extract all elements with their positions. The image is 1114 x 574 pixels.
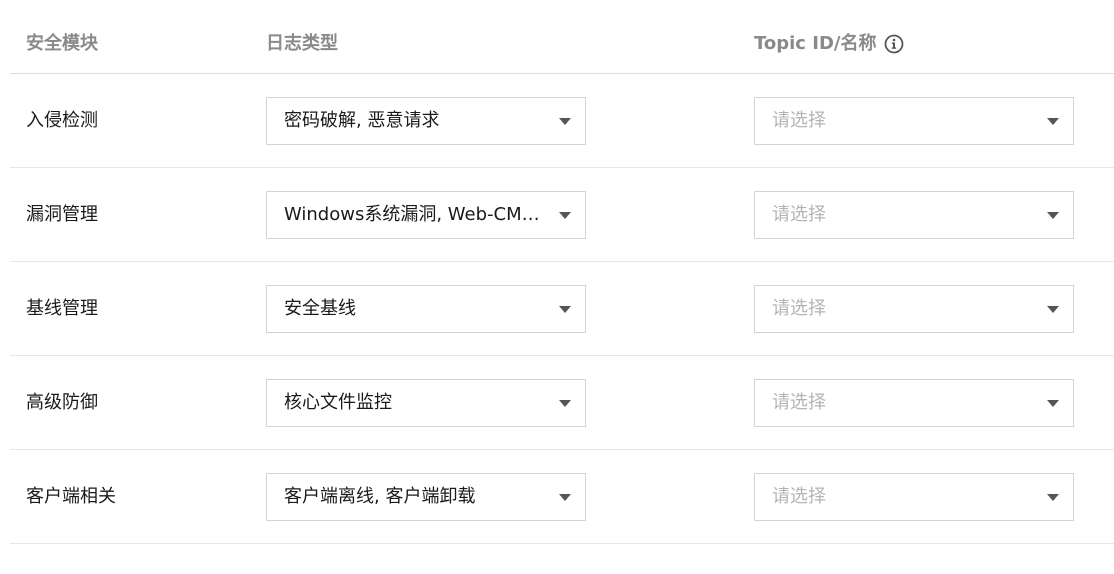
table-row: 客户端相关 客户端离线, 客户端卸载 请选择 (10, 450, 1114, 544)
logtype-select-value: 核心文件监控 (284, 392, 392, 413)
table-row: 入侵检测 密码破解, 恶意请求 请选择 (10, 74, 1114, 168)
module-name: 基线管理 (26, 298, 98, 319)
topic-select-placeholder: 请选择 (772, 486, 826, 507)
caret-down-icon (1047, 118, 1059, 125)
caret-down-icon (559, 306, 571, 313)
caret-down-icon (1047, 494, 1059, 501)
topic-select-placeholder: 请选择 (772, 110, 826, 131)
module-name: 漏洞管理 (26, 204, 98, 225)
logtype-select-value: 安全基线 (284, 298, 356, 319)
topic-select[interactable]: 请选择 (754, 97, 1074, 145)
caret-down-icon (559, 400, 571, 407)
caret-down-icon (1047, 212, 1059, 219)
caret-down-icon (559, 118, 571, 125)
topic-select[interactable]: 请选择 (754, 285, 1074, 333)
topic-select[interactable]: 请选择 (754, 191, 1074, 239)
caret-down-icon (559, 212, 571, 219)
table-row: 基线管理 安全基线 请选择 (10, 262, 1114, 356)
logtype-select[interactable]: 密码破解, 恶意请求 (266, 97, 586, 145)
topic-select[interactable]: 请选择 (754, 379, 1074, 427)
logtype-select[interactable]: 客户端离线, 客户端卸载 (266, 473, 586, 521)
table-row: 漏洞管理 Windows系统漏洞, Web-CMS漏洞 请选择 (10, 168, 1114, 262)
table-header: 安全模块 日志类型 Topic ID/名称 (10, 0, 1114, 74)
caret-down-icon (559, 494, 571, 501)
topic-select-placeholder: 请选择 (772, 392, 826, 413)
info-icon[interactable] (884, 34, 904, 54)
topic-select-placeholder: 请选择 (772, 204, 826, 225)
logtype-select-value: 密码破解, 恶意请求 (284, 110, 440, 131)
security-log-config-table: 安全模块 日志类型 Topic ID/名称 入侵检测 密码破解, 恶意请求 请选… (10, 0, 1114, 544)
column-header-module: 安全模块 (26, 33, 98, 54)
caret-down-icon (1047, 306, 1059, 313)
logtype-select[interactable]: 核心文件监控 (266, 379, 586, 427)
topic-select[interactable]: 请选择 (754, 473, 1074, 521)
caret-down-icon (1047, 400, 1059, 407)
column-header-topic-label: Topic ID/名称 (754, 33, 877, 54)
column-header-logtype: 日志类型 (266, 33, 338, 54)
logtype-select-value: Windows系统漏洞, Web-CMS漏洞 (284, 204, 541, 225)
logtype-select[interactable]: 安全基线 (266, 285, 586, 333)
module-name: 高级防御 (26, 392, 98, 413)
logtype-select[interactable]: Windows系统漏洞, Web-CMS漏洞 (266, 191, 586, 239)
logtype-select-value: 客户端离线, 客户端卸载 (284, 486, 476, 507)
table-row: 高级防御 核心文件监控 请选择 (10, 356, 1114, 450)
topic-select-placeholder: 请选择 (772, 298, 826, 319)
column-header-topic: Topic ID/名称 (754, 33, 904, 55)
module-name: 客户端相关 (26, 486, 116, 507)
module-name: 入侵检测 (26, 110, 98, 131)
